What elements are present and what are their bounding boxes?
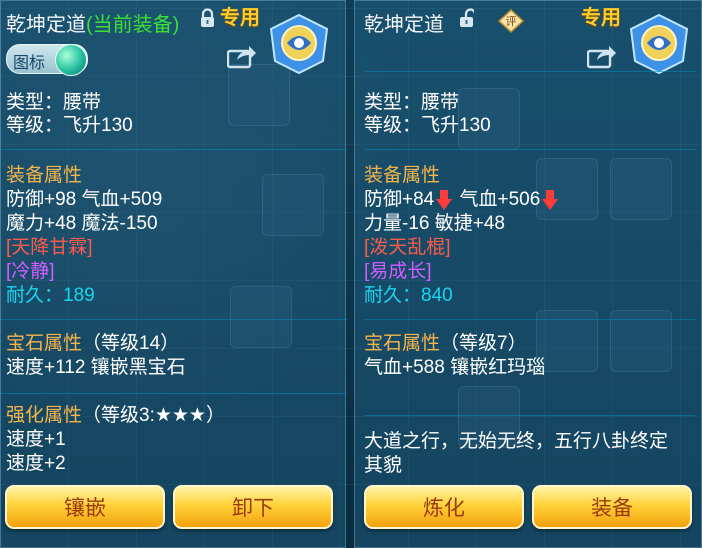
icon-toggle[interactable]: 图标 (6, 44, 88, 76)
red-down-arrow-icon (542, 190, 559, 210)
special-effect: [天降甘霖] (6, 237, 93, 258)
gem-line: 速度+112 镶嵌黑宝石 (6, 357, 186, 378)
special-effect: [泼天乱棍] (364, 237, 451, 258)
lock-open-icon[interactable] (459, 8, 474, 28)
exclusive-label: 专用 (581, 7, 621, 29)
type-line: 类型：腰带 (364, 92, 460, 113)
icon-toggle-label: 图标 (13, 55, 46, 72)
current-equipment-tooltip: 乾坤定道(当前装备) 专用 图标 类型：腰带 等级：飞升130 装备属性 防御+… (0, 0, 347, 548)
item-title: 乾坤定道(当前装备) (6, 14, 180, 36)
divider (1, 319, 347, 320)
gem-attributes-header: 宝石属性（等级14） (6, 333, 180, 354)
divider (1, 149, 347, 150)
enhance-line: 速度+2 (6, 453, 66, 474)
attribute-line: 防御+84 气血+506 (364, 189, 560, 211)
attribute-line: 力量-16 敏捷+48 (364, 213, 505, 234)
share-icon[interactable] (587, 45, 617, 69)
enhance-line: 速度+1 (6, 429, 66, 450)
unequip-button[interactable]: 卸下 (173, 485, 333, 529)
item-description: 其貌 (364, 455, 403, 476)
type-line: 类型：腰带 (6, 92, 102, 113)
equipment-attributes-header: 装备属性 (364, 165, 441, 186)
item-description: 大道之行，无始无终，五行八卦终定 (364, 431, 669, 452)
equipment-attributes-header: 装备属性 (6, 165, 83, 186)
level-line: 等级：飞升130 (364, 115, 491, 136)
durability: 耐久：840 (364, 285, 453, 306)
exclusive-emblem-icon (629, 13, 689, 75)
share-icon[interactable] (227, 45, 257, 69)
divider (1, 393, 347, 394)
special-skill: [冷静] (6, 261, 55, 282)
exclusive-label: 专用 (220, 7, 260, 29)
attribute-line: 防御+98 气血+509 (6, 189, 163, 210)
item-title: 乾坤定道 (364, 14, 444, 36)
enhance-attributes-header: 强化属性（等级3:★★★） (6, 405, 225, 426)
divider (365, 71, 695, 72)
evaluate-badge-label: 评 (506, 15, 517, 28)
special-skill: [易成长] (364, 261, 432, 282)
attribute-line: 魔力+48 魔法-150 (6, 213, 158, 234)
divider (365, 149, 695, 150)
red-down-arrow-icon (436, 190, 453, 210)
evaluate-badge-icon[interactable]: 评 (498, 9, 524, 33)
compare-equipment-tooltip: 乾坤定道 评 专用 类型：腰带 等级：飞升130 装备属性 防御+84 气血+5… (354, 0, 702, 548)
equip-button[interactable]: 装备 (532, 485, 692, 529)
divider (365, 319, 695, 320)
gem-attributes-header: 宝石属性（等级7） (364, 333, 527, 354)
refine-button[interactable]: 炼化 (364, 485, 524, 529)
inlay-button[interactable]: 镶嵌 (5, 485, 165, 529)
exclusive-emblem-icon (269, 13, 329, 75)
gem-line: 气血+588 镶嵌红玛瑙 (364, 357, 546, 378)
divider (365, 415, 695, 416)
lock-closed-icon[interactable] (200, 8, 215, 28)
level-line: 等级：飞升130 (6, 115, 133, 136)
toggle-knob (55, 44, 87, 76)
current-equipped-tag: (当前装备) (86, 14, 180, 36)
durability: 耐久：189 (6, 285, 95, 306)
